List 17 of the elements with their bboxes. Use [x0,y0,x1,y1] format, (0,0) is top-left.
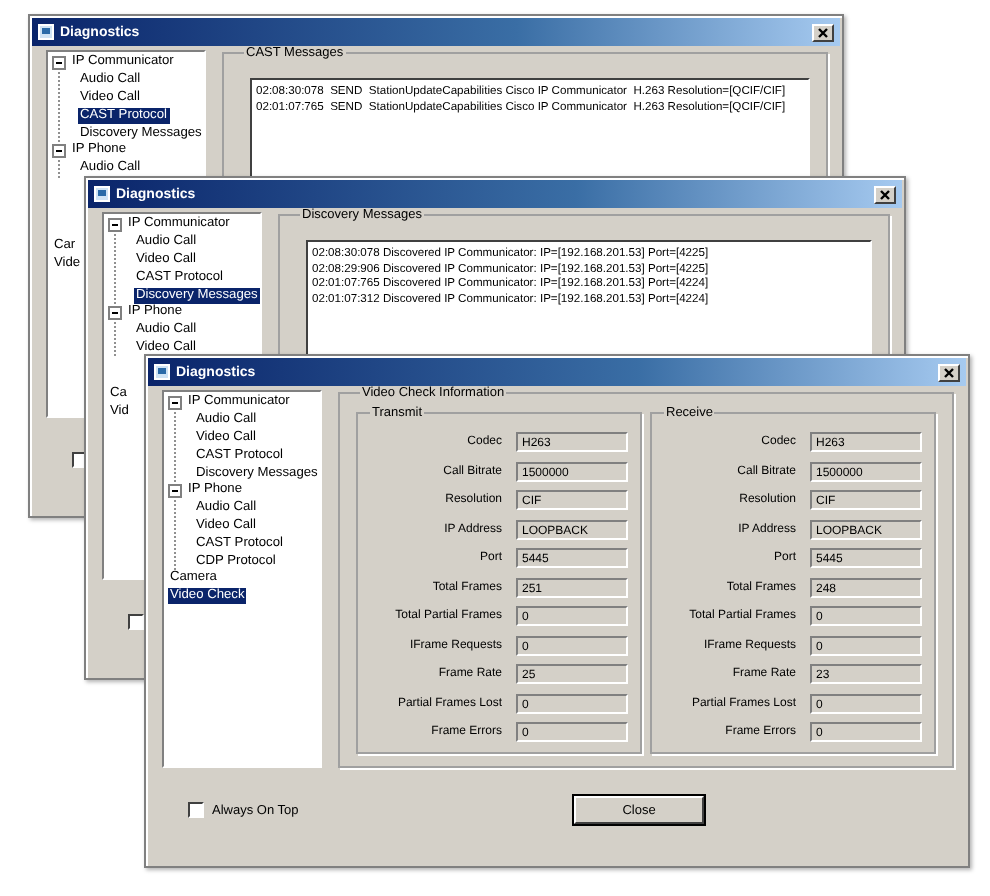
close-button[interactable] [874,185,896,203]
window-icon [38,24,54,40]
collapse-icon[interactable] [52,143,66,158]
close-button[interactable] [812,23,834,41]
checkbox[interactable] [188,802,204,818]
window-icon [94,186,110,202]
close-icon [944,367,954,377]
collapse-icon[interactable] [52,55,66,70]
window-icon [154,364,170,380]
close-icon [818,27,828,37]
close-icon [880,189,890,199]
close-button[interactable] [938,363,960,381]
collapse-icon[interactable] [168,483,182,498]
collapse-icon[interactable] [108,305,122,320]
checkbox[interactable] [128,614,144,630]
collapse-icon[interactable] [168,395,182,410]
collapse-icon[interactable] [108,217,122,232]
